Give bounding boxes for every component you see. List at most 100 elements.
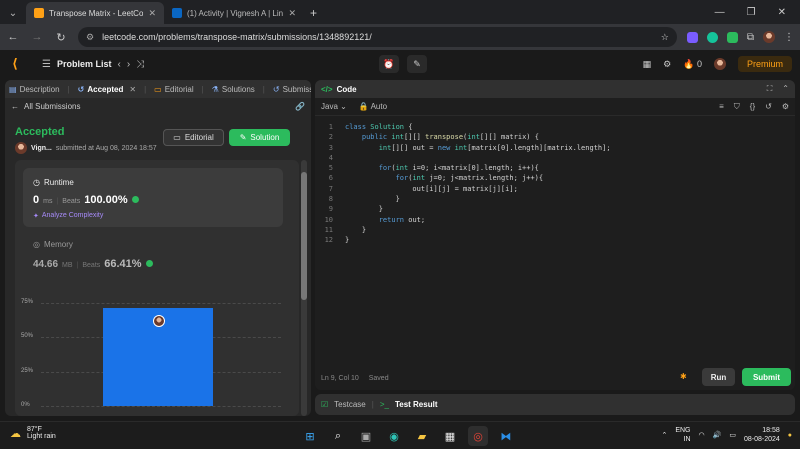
next-problem-icon[interactable]: › — [127, 59, 130, 70]
submit-button[interactable]: Submit — [742, 368, 791, 386]
premium-button[interactable]: Premium — [737, 56, 792, 72]
line-number: 2 — [328, 133, 333, 142]
username[interactable]: Vign... — [31, 145, 52, 152]
reload-icon[interactable]: ↻ — [54, 31, 68, 44]
site-info-icon[interactable]: ⚙ — [86, 32, 94, 43]
restore-icon[interactable]: ❐ — [747, 7, 756, 18]
code-line[interactable]: 6 for(int j=0; j<matrix.length; j++){ — [315, 173, 795, 183]
tab-solutions[interactable]: ⚗ Solutions — [212, 85, 255, 94]
format-icon[interactable]: ≡ — [719, 102, 724, 112]
settings-gear-icon[interactable]: ⚙ — [663, 59, 671, 70]
notification-icon[interactable]: ● — [788, 432, 792, 439]
code-line[interactable]: 1 class Solution { — [315, 122, 795, 132]
extension-icon[interactable] — [726, 31, 738, 43]
search-icon[interactable]: ⌕ — [328, 426, 348, 446]
analyze-complexity-link[interactable]: ✦ Analyze Complexity — [33, 212, 103, 220]
start-icon[interactable]: ⊞ — [300, 426, 320, 446]
run-button[interactable]: Run — [702, 368, 735, 386]
runtime-card[interactable]: ◷ Runtime 0 ms | Beats 100.00% ✦ Analyze… — [23, 168, 283, 227]
close-tab-icon[interactable]: ✕ — [148, 8, 156, 19]
chrome-icon[interactable]: ◎ — [468, 426, 488, 446]
edge-icon[interactable]: ◉ — [384, 426, 404, 446]
url-bar[interactable]: ⚙ leetcode.com/problems/transpose-matrix… — [78, 27, 677, 47]
reset-icon[interactable]: ↺ — [765, 102, 772, 112]
code-editor[interactable]: 1 class Solution {2 public int[][] transp… — [315, 122, 795, 246]
close-window-icon[interactable]: ✕ — [778, 7, 786, 18]
close-tab-icon[interactable]: ✕ — [129, 85, 136, 94]
code-line[interactable]: 9 } — [315, 204, 795, 214]
code-line[interactable]: 7 out[i][j] = matrix[j][i]; — [315, 184, 795, 194]
new-tab-icon[interactable]: + — [304, 2, 323, 24]
code-line[interactable]: 12} — [315, 235, 795, 245]
runtime-beats: 100.00% — [84, 194, 128, 206]
code-line[interactable]: 10 return out; — [315, 215, 795, 225]
system-tray: ⌃ ENG IN ◠ 🔊 ▭ 18:58 08-08-2024 ● — [661, 426, 792, 444]
code-line[interactable]: 8 } — [315, 194, 795, 204]
volume-icon[interactable]: 🔊 — [713, 431, 722, 439]
notes-icon[interactable]: ✎ — [407, 55, 427, 73]
wifi-icon[interactable]: ◠ — [699, 431, 705, 439]
memory-title[interactable]: ◎ Memory — [33, 240, 73, 249]
grammarly-icon[interactable] — [706, 31, 718, 43]
battery-icon[interactable]: ▭ — [729, 431, 736, 439]
chevron-up-icon[interactable]: ⌃ — [661, 431, 667, 439]
code-line[interactable]: 2 public int[][] transpose(int[][] matri… — [315, 132, 795, 142]
shuffle-icon[interactable]: ⤨ — [136, 59, 144, 70]
code-line[interactable]: 3 int[][] out = new int[matrix[0].length… — [315, 143, 795, 153]
browser-tab-leetcode[interactable]: Transpose Matrix - LeetCode ✕ — [26, 2, 164, 24]
bookmark-star-icon[interactable]: ☆ — [661, 32, 669, 43]
puzzle-icon[interactable]: ⧉ — [747, 32, 754, 43]
back-icon[interactable]: ← — [6, 31, 20, 43]
testcase-tab[interactable]: Testcase — [334, 400, 366, 409]
forward-icon[interactable]: → — [30, 31, 44, 43]
task-view-icon[interactable]: ▣ — [356, 426, 376, 446]
solution-button[interactable]: ✎ Solution — [229, 129, 290, 146]
code-line[interactable]: 4 — [315, 153, 795, 163]
tab-description[interactable]: ▤ Description — [9, 85, 60, 94]
tab-search-icon[interactable]: ⌄ — [2, 2, 24, 24]
debug-icon[interactable]: ✱ — [680, 372, 687, 381]
menu-dots-icon[interactable]: ⋮ — [784, 32, 794, 43]
link-icon[interactable]: 🔗 — [295, 102, 305, 111]
bookmark-icon[interactable]: ⛉ — [734, 102, 740, 112]
profile-avatar[interactable] — [763, 31, 775, 43]
browser-tab-linkedin[interactable]: (1) Activity | Vignesh A | Linked ✕ — [164, 2, 304, 24]
fire-icon: 🔥 — [683, 58, 695, 69]
line-number: 3 — [328, 143, 333, 152]
book-icon: ▭ — [154, 84, 162, 94]
timer-icon[interactable]: ⏰ — [379, 55, 399, 73]
maximize-icon[interactable]: ⛶ — [767, 84, 773, 94]
layout-icon[interactable]: ▦ — [643, 59, 652, 70]
store-icon[interactable]: ▦ — [440, 426, 460, 446]
tab-editorial[interactable]: ▭ Editorial — [154, 85, 193, 94]
file-explorer-icon[interactable]: ▰ — [412, 426, 432, 446]
tab-accepted[interactable]: ↺ Accepted ✕ — [78, 85, 136, 94]
all-submissions-link[interactable]: All Submissions — [24, 102, 80, 111]
language-select[interactable]: Java ⌄ — [321, 102, 347, 111]
scrollbar-thumb[interactable] — [301, 172, 307, 300]
vscode-icon[interactable]: ⧓ — [496, 426, 516, 446]
auto-mode[interactable]: 🔒 Auto — [359, 102, 387, 111]
minimize-icon[interactable]: — — [715, 7, 725, 18]
clock[interactable]: 18:58 08-08-2024 — [744, 426, 780, 444]
streak[interactable]: 🔥 0 — [683, 59, 702, 70]
code-line[interactable]: 11 } — [315, 225, 795, 235]
input-language[interactable]: ENG IN — [675, 426, 690, 444]
braces-icon[interactable]: {} — [750, 102, 755, 112]
user-avatar — [15, 142, 27, 154]
weather-widget[interactable]: ☁ 87°F Light rain — [10, 426, 56, 440]
all-submissions-row[interactable]: ← All Submissions 🔗 — [11, 102, 305, 111]
code-line[interactable]: 5 for(int i=0; i<matrix[0].length; i++){ — [315, 163, 795, 173]
problem-list-link[interactable]: Problem List — [57, 59, 112, 69]
extension-icon[interactable] — [686, 31, 698, 43]
settings-icon[interactable]: ⚙ — [782, 102, 789, 112]
close-tab-icon[interactable]: ✕ — [288, 8, 296, 19]
user-avatar[interactable] — [713, 58, 726, 70]
back-arrow-icon[interactable]: ← — [11, 102, 19, 111]
leetcode-logo-icon[interactable]: ⟨ — [12, 56, 30, 72]
test-result-tab[interactable]: Test Result — [395, 400, 438, 409]
collapse-icon[interactable]: ⌃ — [782, 84, 789, 94]
editorial-button[interactable]: ▭ Editorial — [163, 129, 224, 146]
prev-problem-icon[interactable]: ‹ — [117, 59, 120, 70]
tab-submissions[interactable]: ↺Submissions — [273, 85, 311, 94]
